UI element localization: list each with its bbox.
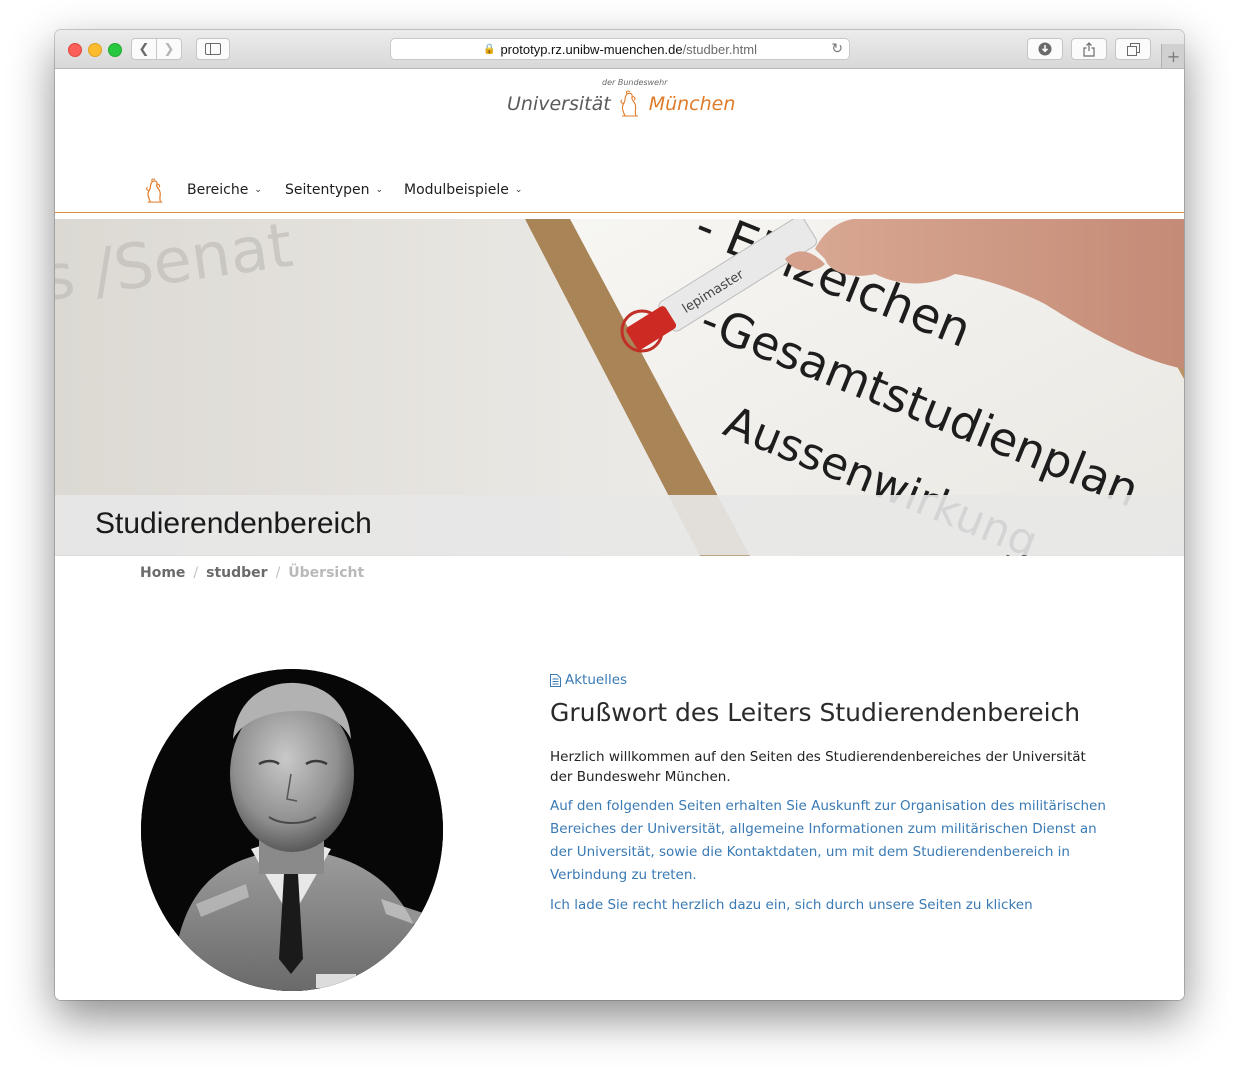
document-icon bbox=[550, 673, 561, 687]
close-window-button[interactable] bbox=[68, 43, 82, 57]
home-emblem-icon[interactable] bbox=[143, 177, 167, 205]
new-tab-button[interactable]: + bbox=[1161, 44, 1184, 68]
nav-item-bereiche[interactable]: Bereiche ⌄ bbox=[187, 182, 262, 198]
university-emblem-icon bbox=[620, 90, 638, 117]
article-closing-link[interactable]: Ich lade Sie recht herzlich dazu ein, si… bbox=[550, 895, 1110, 915]
show-tabs-button[interactable] bbox=[1115, 38, 1151, 60]
minimize-window-button[interactable] bbox=[88, 43, 102, 57]
hero-banner: s /Senat - Einzeichen -Gesamtstudienplan… bbox=[55, 219, 1184, 556]
url-path: /studber.html bbox=[682, 41, 757, 57]
tabs-icon bbox=[1126, 42, 1140, 56]
nav-item-seitentypen[interactable]: Seitentypen ⌄ bbox=[285, 182, 383, 198]
portrait-photo bbox=[141, 669, 443, 991]
breadcrumb-studber[interactable]: studber bbox=[206, 565, 267, 581]
logo-text-right: München bbox=[648, 93, 736, 115]
officer-portrait-image bbox=[141, 669, 443, 991]
logo-text-left: Universität bbox=[507, 93, 611, 115]
share-button[interactable] bbox=[1071, 38, 1107, 60]
logo-subtitle: der Bundeswehr bbox=[602, 78, 668, 87]
zoom-window-button[interactable] bbox=[108, 43, 122, 57]
chevron-left-icon: ❮ bbox=[138, 41, 150, 57]
forward-button[interactable]: ❯ bbox=[156, 38, 182, 60]
breadcrumb-separator: / bbox=[275, 565, 281, 581]
page-title: Studierendenbereich bbox=[95, 507, 372, 540]
nav-item-modulbeispiele[interactable]: Modulbeispiele ⌄ bbox=[404, 182, 522, 198]
breadcrumb-current: Übersicht bbox=[288, 565, 365, 581]
lock-icon: 🔒 bbox=[483, 43, 496, 55]
article-headline: Grußwort des Leiters Studierendenbereich bbox=[550, 698, 1081, 727]
sidebar-icon bbox=[205, 43, 221, 55]
downloads-button[interactable] bbox=[1027, 38, 1063, 60]
web-page: der Bundeswehr Universität München Berei… bbox=[55, 69, 1184, 1000]
category-label: Aktuelles bbox=[565, 672, 628, 688]
breadcrumb-separator: / bbox=[193, 565, 199, 581]
nav-item-label: Seitentypen bbox=[285, 182, 370, 198]
article-body-link[interactable]: Auf den folgenden Seiten erhalten Sie Au… bbox=[550, 795, 1110, 887]
main-navigation: Bereiche ⌄ Seitentypen ⌄ Modulbeispiele … bbox=[55, 140, 1184, 213]
browser-toolbar: ❮ ❯ 🔒 prototyp.rz.unibw-muenchen.de/stud… bbox=[55, 30, 1184, 69]
browser-window: ❮ ❯ 🔒 prototyp.rz.unibw-muenchen.de/stud… bbox=[55, 30, 1184, 1000]
sidebar-toggle-button[interactable] bbox=[196, 38, 230, 60]
nav-item-label: Bereiche bbox=[187, 182, 249, 198]
plus-icon: + bbox=[1166, 46, 1181, 66]
breadcrumb: Home / studber / Übersicht bbox=[140, 565, 364, 581]
download-icon bbox=[1038, 42, 1052, 56]
back-button[interactable]: ❮ bbox=[131, 38, 157, 60]
title-band: Studierendenbereich bbox=[55, 495, 1184, 555]
chevron-right-icon: ❯ bbox=[163, 41, 175, 57]
chevron-down-icon: ⌄ bbox=[375, 185, 384, 195]
url-domain: prototyp.rz.unibw-muenchen.de bbox=[500, 41, 683, 57]
article-intro: Herzlich willkommen auf den Seiten des S… bbox=[550, 749, 1086, 785]
reload-icon[interactable]: ↻ bbox=[831, 40, 843, 57]
chevron-down-icon: ⌄ bbox=[254, 185, 262, 195]
share-icon bbox=[1083, 41, 1095, 57]
address-bar[interactable]: 🔒 prototyp.rz.unibw-muenchen.de/studber.… bbox=[390, 38, 850, 60]
chevron-down-icon: ⌄ bbox=[514, 185, 523, 195]
article: Aktuelles Grußwort des Leiters Studieren… bbox=[550, 672, 1110, 915]
breadcrumb-home[interactable]: Home bbox=[140, 565, 185, 581]
nav-item-label: Modulbeispiele bbox=[404, 182, 509, 198]
category-link[interactable]: Aktuelles bbox=[550, 672, 1110, 688]
